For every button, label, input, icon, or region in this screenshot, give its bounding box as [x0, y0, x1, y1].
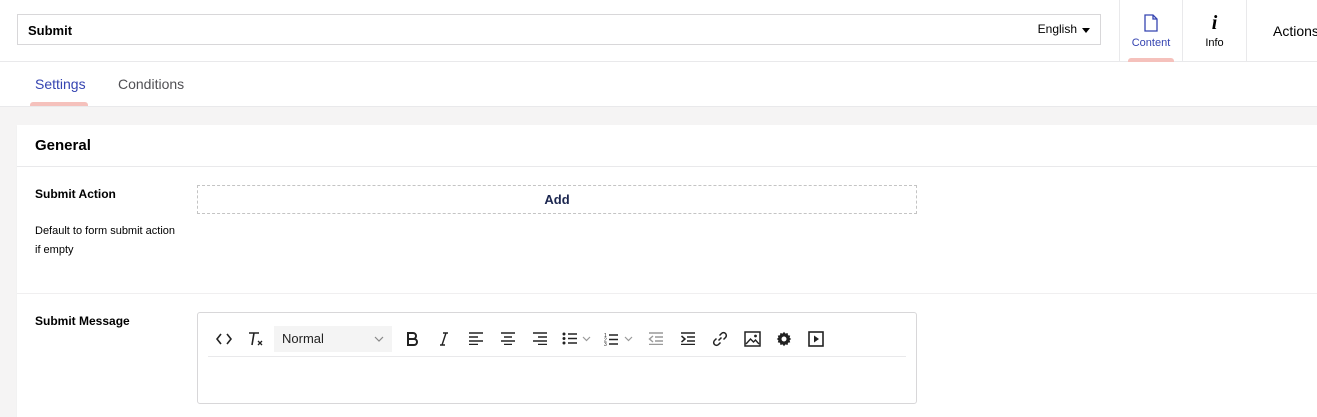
macro-settings-button[interactable] — [768, 326, 800, 352]
actions-label: Actions — [1273, 23, 1317, 39]
italic-button[interactable] — [428, 326, 460, 352]
content-app-button[interactable]: Content — [1119, 0, 1182, 62]
format-select[interactable]: Normal — [274, 325, 392, 352]
editor-header: English Content i Info Actions — [0, 0, 1317, 62]
info-app-label: Info — [1205, 36, 1224, 49]
link-button[interactable] — [704, 326, 736, 352]
media-play-icon — [808, 330, 824, 347]
bullet-list-icon — [562, 332, 591, 345]
align-left-button[interactable] — [460, 326, 492, 352]
insert-image-button[interactable] — [736, 326, 768, 352]
add-submit-action-button[interactable]: Add — [197, 185, 917, 214]
link-icon — [712, 331, 728, 346]
active-tab-indicator — [30, 102, 88, 106]
indent-icon — [681, 332, 695, 345]
align-left-icon — [469, 332, 483, 345]
svg-text:3: 3 — [604, 342, 607, 346]
tab-bar: Settings Conditions — [0, 62, 1317, 107]
node-name-input[interactable] — [28, 20, 928, 40]
bold-button[interactable] — [396, 326, 428, 352]
bullet-list-button[interactable] — [556, 326, 598, 352]
language-selector[interactable]: English — [1038, 22, 1090, 36]
submit-action-description: Default to form submit action if empty — [35, 225, 176, 256]
rich-text-editor: Normal 123 — [197, 312, 917, 404]
align-right-button[interactable] — [524, 326, 556, 352]
content-app-label: Content — [1131, 36, 1171, 49]
panel-title: General — [17, 125, 1317, 167]
property-divider — [17, 293, 1317, 294]
document-icon — [1144, 13, 1158, 32]
align-center-button[interactable] — [492, 326, 524, 352]
bold-icon — [407, 331, 418, 346]
image-icon — [743, 330, 761, 347]
source-code-icon — [216, 333, 232, 344]
numbered-list-button[interactable]: 123 — [598, 326, 640, 352]
align-center-icon — [501, 332, 515, 345]
node-name-field[interactable]: English — [17, 14, 1101, 45]
format-select-value: Normal — [282, 331, 324, 346]
italic-icon — [440, 331, 448, 346]
language-label: English — [1037, 22, 1077, 36]
source-code-button[interactable] — [208, 326, 240, 352]
info-app-button[interactable]: i Info — [1182, 0, 1246, 62]
tab-conditions[interactable]: Conditions — [118, 76, 184, 92]
info-icon: i — [1211, 11, 1218, 34]
chevron-down-icon — [374, 336, 384, 342]
clear-format-icon — [249, 331, 263, 345]
indent-button[interactable] — [672, 326, 704, 352]
outdent-icon — [648, 332, 663, 345]
general-panel: General Submit Action Default to form su… — [17, 125, 1317, 417]
tab-settings[interactable]: Settings — [35, 76, 86, 92]
actions-button[interactable]: Actions — [1246, 0, 1317, 62]
rte-toolbar: Normal 123 — [208, 321, 906, 357]
caret-down-icon — [1082, 27, 1090, 33]
rte-content-area[interactable] — [198, 357, 916, 403]
align-right-icon — [533, 332, 547, 345]
submit-message-label: Submit Message — [35, 314, 130, 328]
clear-format-button[interactable] — [240, 326, 272, 352]
submit-action-label: Submit Action — [35, 187, 116, 201]
outdent-button[interactable] — [640, 326, 672, 352]
numbered-list-icon: 123 — [604, 333, 633, 346]
embed-media-button[interactable] — [800, 326, 832, 352]
settings-gear-icon — [776, 331, 792, 346]
